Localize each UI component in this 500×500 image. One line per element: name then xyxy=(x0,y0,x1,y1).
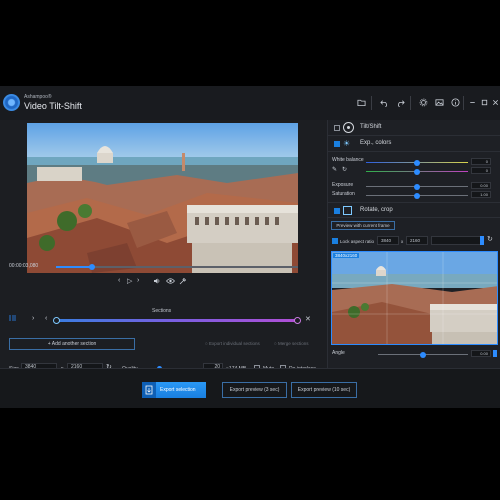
exposure-checkbox[interactable] xyxy=(334,141,340,147)
white-balance-tint-value[interactable]: 0 xyxy=(471,167,491,174)
export-bar: Export selection Export preview (3 sec) … xyxy=(0,368,500,408)
angle-spin-icon[interactable] xyxy=(493,350,497,357)
exposure-label: Exposure xyxy=(332,182,354,188)
rotate-crop-label: Rotate, crop xyxy=(360,207,393,213)
saturation-label: Saturation xyxy=(332,191,355,197)
timeline-scrubber[interactable] xyxy=(56,264,298,270)
info-icon[interactable] xyxy=(450,98,460,108)
sections-heading: Sections xyxy=(152,308,172,314)
crop-icon xyxy=(343,206,352,215)
white-balance-label: White balance xyxy=(332,157,364,163)
section-start-handle[interactable] xyxy=(53,317,60,324)
export-icon xyxy=(142,382,156,398)
lock-aspect-checkbox[interactable] xyxy=(332,238,338,244)
timecode-display: 00:00:03,080 xyxy=(9,263,39,269)
section-end-handle[interactable] xyxy=(294,317,301,324)
eye-icon[interactable] xyxy=(166,277,175,287)
crop-height-input[interactable]: 2160 xyxy=(406,236,428,245)
tiltshift-label: Tilt/Shift xyxy=(360,124,382,130)
crop-preview[interactable]: 3840x2160 xyxy=(331,251,498,345)
tiltshift-checkbox[interactable] xyxy=(334,125,340,131)
title-bar: Ashampoo® Video Tilt-Shift xyxy=(0,86,500,120)
tiltshift-icon xyxy=(343,122,354,133)
angle-value[interactable]: 0.00 xyxy=(471,350,491,357)
toolbar-divider xyxy=(410,96,411,110)
merge-label: Merge sections xyxy=(277,341,309,346)
export-individual-label: Export individual sections xyxy=(208,341,260,346)
section-list-icon[interactable] xyxy=(9,314,17,324)
preview-current-frame-button[interactable]: Preview with current frame xyxy=(331,221,395,230)
section-prev-icon[interactable]: › xyxy=(32,315,34,322)
undo-icon[interactable] xyxy=(379,98,389,108)
crop-width-input[interactable]: 3840 xyxy=(377,236,399,245)
timeline-progress xyxy=(56,266,93,268)
white-balance-temp-handle[interactable] xyxy=(414,160,420,166)
ashampoo-logo-icon xyxy=(3,94,20,111)
angle-handle[interactable] xyxy=(420,352,426,358)
reset-crop-icon[interactable]: ↻ xyxy=(487,235,493,243)
export-individual-option[interactable]: ○ Export individual sections xyxy=(205,341,260,346)
video-preview xyxy=(27,123,298,273)
crop-x-label: x xyxy=(401,239,404,244)
rotate-crop-checkbox[interactable] xyxy=(334,208,340,214)
rotate-crop-section[interactable]: Rotate, crop xyxy=(328,202,500,218)
export-preview-3-button[interactable]: Export preview (3 sec) xyxy=(222,382,287,398)
folder-icon[interactable] xyxy=(356,98,366,108)
toolbar-divider xyxy=(371,96,372,110)
white-balance-tint-handle[interactable] xyxy=(414,169,420,175)
exposure-handle[interactable] xyxy=(414,184,420,190)
white-balance-temp-value[interactable]: 0 xyxy=(471,158,491,165)
image-icon[interactable] xyxy=(434,98,444,108)
saturation-handle[interactable] xyxy=(414,193,420,199)
settings-icon[interactable] xyxy=(418,98,428,108)
close-icon[interactable] xyxy=(490,98,500,108)
section-collapse-icon[interactable]: ‹ xyxy=(45,315,47,322)
toolbar-divider xyxy=(463,96,464,110)
maximize-icon[interactable] xyxy=(479,98,489,108)
prev-frame-icon[interactable]: ‹ xyxy=(118,277,120,284)
crop-size-badge: 3840x2160 xyxy=(333,253,360,258)
exposure-value[interactable]: 0.00 xyxy=(471,182,491,189)
white-balance-reset-icon[interactable]: ↻ xyxy=(342,166,347,173)
sun-icon: ☀ xyxy=(343,139,351,148)
minimize-icon[interactable] xyxy=(467,98,477,108)
play-icon[interactable]: ▷ xyxy=(127,277,132,285)
export-selection-button[interactable]: Export selection xyxy=(142,382,206,398)
brand-name: Ashampoo® xyxy=(24,94,52,100)
saturation-value[interactable]: 1.00 xyxy=(471,191,491,198)
redo-icon[interactable] xyxy=(395,98,405,108)
white-balance-picker-icon[interactable]: ✎ xyxy=(332,166,337,173)
aspect-ratio-select[interactable] xyxy=(431,236,483,245)
eyedropper-icon[interactable] xyxy=(179,277,187,287)
lock-aspect-label: Lock aspect ratio xyxy=(340,239,375,244)
volume-icon[interactable] xyxy=(153,277,161,287)
editor-pane: 00:00:03,080 ‹ ▷ › Sections › ‹ ✕ + Add … xyxy=(0,120,327,372)
tiltshift-section[interactable]: Tilt/Shift xyxy=(328,120,500,136)
remove-section-icon[interactable]: ✕ xyxy=(305,315,311,323)
add-section-label: Add another section xyxy=(51,341,97,347)
angle-label: Angle xyxy=(332,350,345,356)
exposure-section-label: Exp., colors xyxy=(360,140,392,146)
next-frame-icon[interactable]: › xyxy=(137,277,139,284)
export-preview-10-button[interactable]: Export preview (10 sec) xyxy=(291,382,357,398)
add-section-button[interactable]: + Add another section xyxy=(9,338,135,350)
settings-panel: Tilt/Shift ☀ Exp., colors White balance … xyxy=(327,120,500,368)
aspect-ratio-dropdown-icon[interactable] xyxy=(480,236,484,245)
exposure-section[interactable]: ☀ Exp., colors xyxy=(328,136,500,152)
app-window: Ashampoo® Video Tilt-Shift 00:00:03,080 … xyxy=(0,86,500,408)
app-title: Video Tilt-Shift xyxy=(24,101,82,111)
section-range-bar[interactable] xyxy=(56,319,298,322)
merge-option[interactable]: ○ Merge sections xyxy=(274,341,308,346)
export-selection-label: Export selection xyxy=(160,387,196,393)
